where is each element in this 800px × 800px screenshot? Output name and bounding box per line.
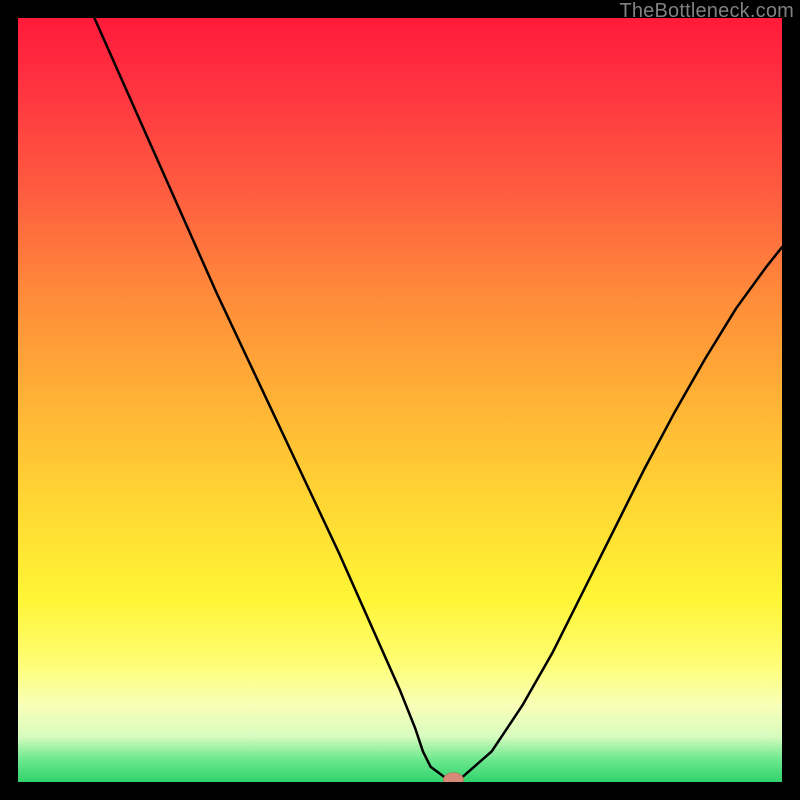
bottleneck-curve [94, 18, 782, 778]
min-point-marker [444, 773, 464, 782]
chart-svg [18, 18, 782, 782]
chart-frame: TheBottleneck.com [0, 0, 800, 800]
watermark-text: TheBottleneck.com [619, 0, 794, 23]
